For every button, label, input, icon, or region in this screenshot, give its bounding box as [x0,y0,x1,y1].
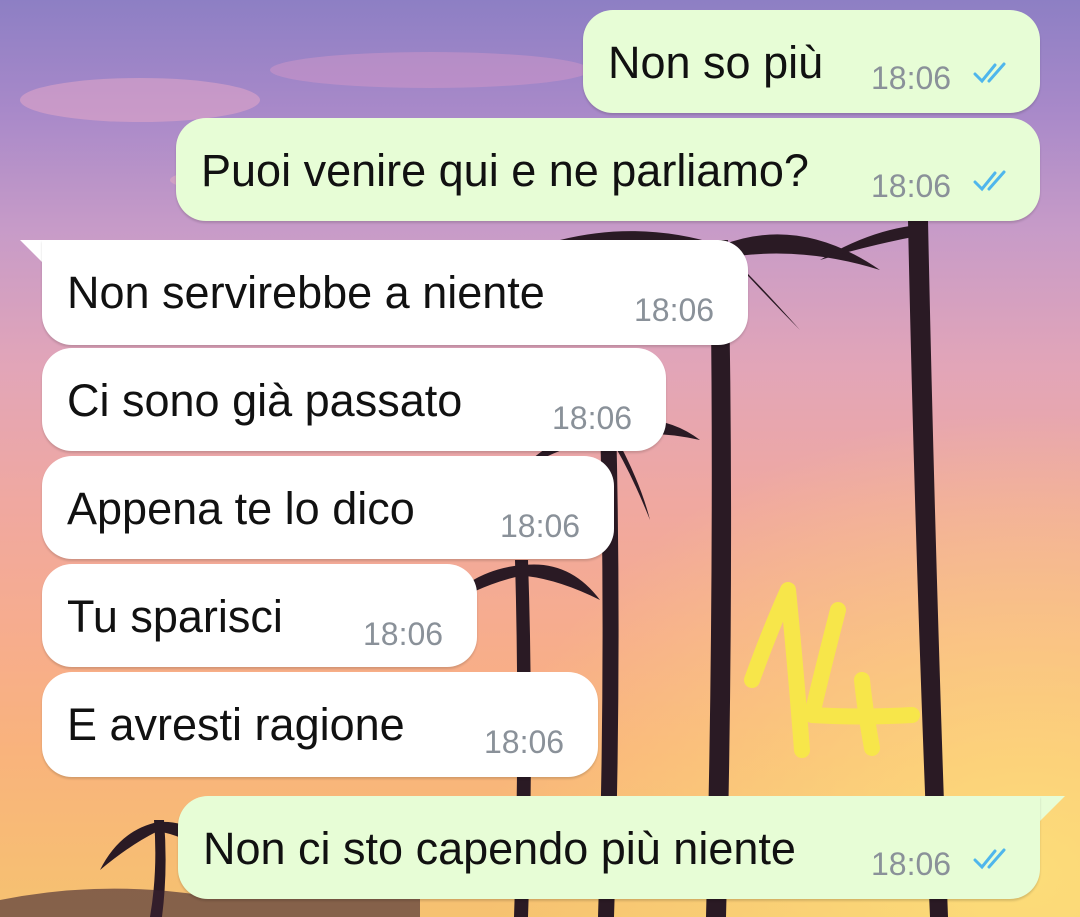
message-bubble-incoming[interactable]: Non servirebbe a niente 18:06 [42,240,748,345]
message-bubble-incoming[interactable]: E avresti ragione 18:06 [42,672,598,777]
double-check-icon [973,170,1006,192]
message-text: Tu sparisci [67,591,283,642]
message-text: E avresti ragione [67,699,405,750]
message-timestamp: 18:06 [871,846,952,882]
message-timestamp: 18:06 [500,508,581,544]
message-bubble-outgoing[interactable]: Puoi venire qui e ne parliamo? 18:06 [176,118,1040,221]
message-text: Puoi venire qui e ne parliamo? [201,145,809,196]
message-bubble-incoming[interactable]: Appena te lo dico 18:06 [42,456,614,559]
message-text: Appena te lo dico [67,483,415,534]
message-text: Non so più [608,37,824,88]
double-check-icon [973,62,1006,84]
message-text: Ci sono già passato [67,375,463,426]
message-timestamp: 18:06 [552,400,633,436]
double-check-icon [973,848,1006,870]
message-timestamp: 18:06 [634,292,715,328]
message-text: Non servirebbe a niente [67,267,545,318]
message-text: Non ci sto capendo più niente [203,823,796,874]
handwritten-annotation [744,582,920,758]
message-timestamp: 18:06 [363,616,444,652]
message-bubble-outgoing[interactable]: Non ci sto capendo più niente 18:06 [178,796,1040,899]
message-bubble-incoming[interactable]: Tu sparisci 18:06 [42,564,477,667]
message-bubble-outgoing[interactable]: Non so più 18:06 [583,10,1040,113]
message-bubble-incoming[interactable]: Ci sono già passato 18:06 [42,348,666,451]
message-timestamp: 18:06 [871,60,952,96]
message-timestamp: 18:06 [871,168,952,204]
message-timestamp: 18:06 [484,724,565,760]
